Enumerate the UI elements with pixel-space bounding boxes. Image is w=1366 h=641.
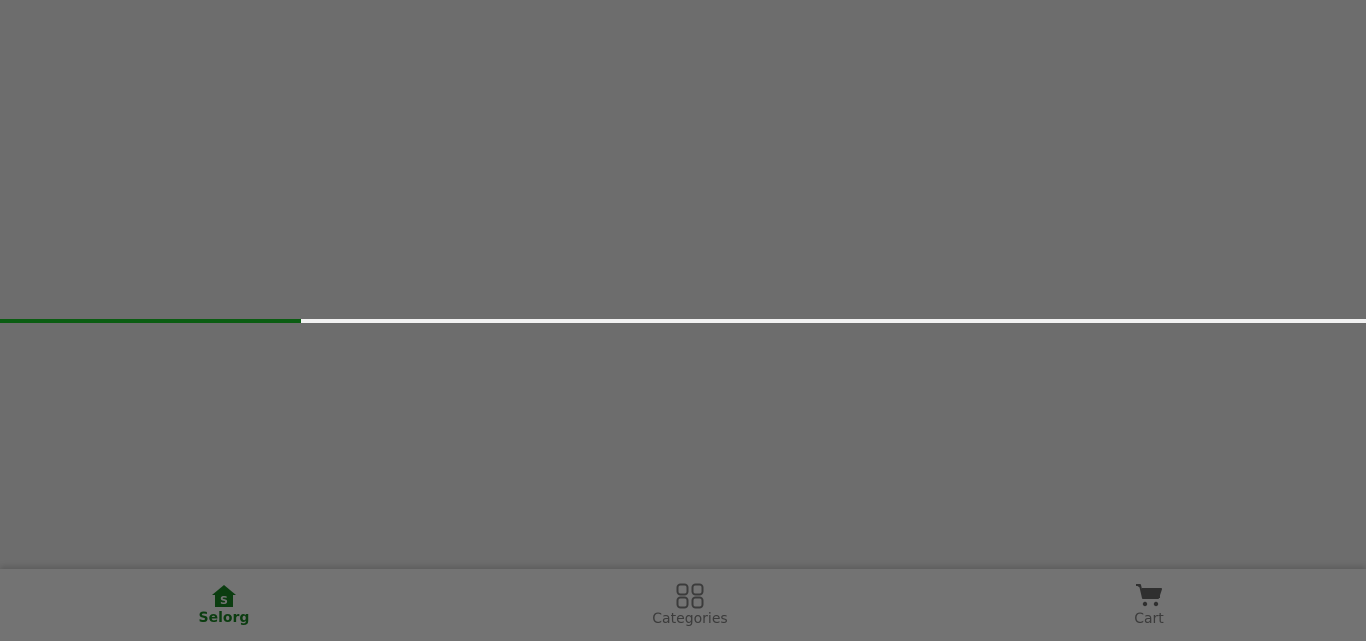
bottom-navigation: S Selorg Categories Cart (0, 569, 1366, 641)
nav-item-cart[interactable]: Cart (1089, 569, 1209, 641)
nav-item-home[interactable]: S Selorg (164, 569, 284, 641)
grid-icon (676, 583, 704, 609)
loading-progress-bar (0, 319, 1366, 323)
home-s-icon: S (212, 585, 236, 607)
cart-icon (1136, 584, 1162, 607)
svg-text:S: S (220, 594, 228, 607)
nav-item-categories[interactable]: Categories (620, 569, 760, 641)
nav-item-home-label: Selorg (198, 610, 250, 626)
app-viewport: S Selorg Categories Cart (0, 0, 1366, 641)
nav-item-cart-label: Cart (1134, 611, 1164, 627)
nav-item-categories-label: Categories (652, 611, 728, 627)
loading-progress-fill (0, 319, 301, 323)
